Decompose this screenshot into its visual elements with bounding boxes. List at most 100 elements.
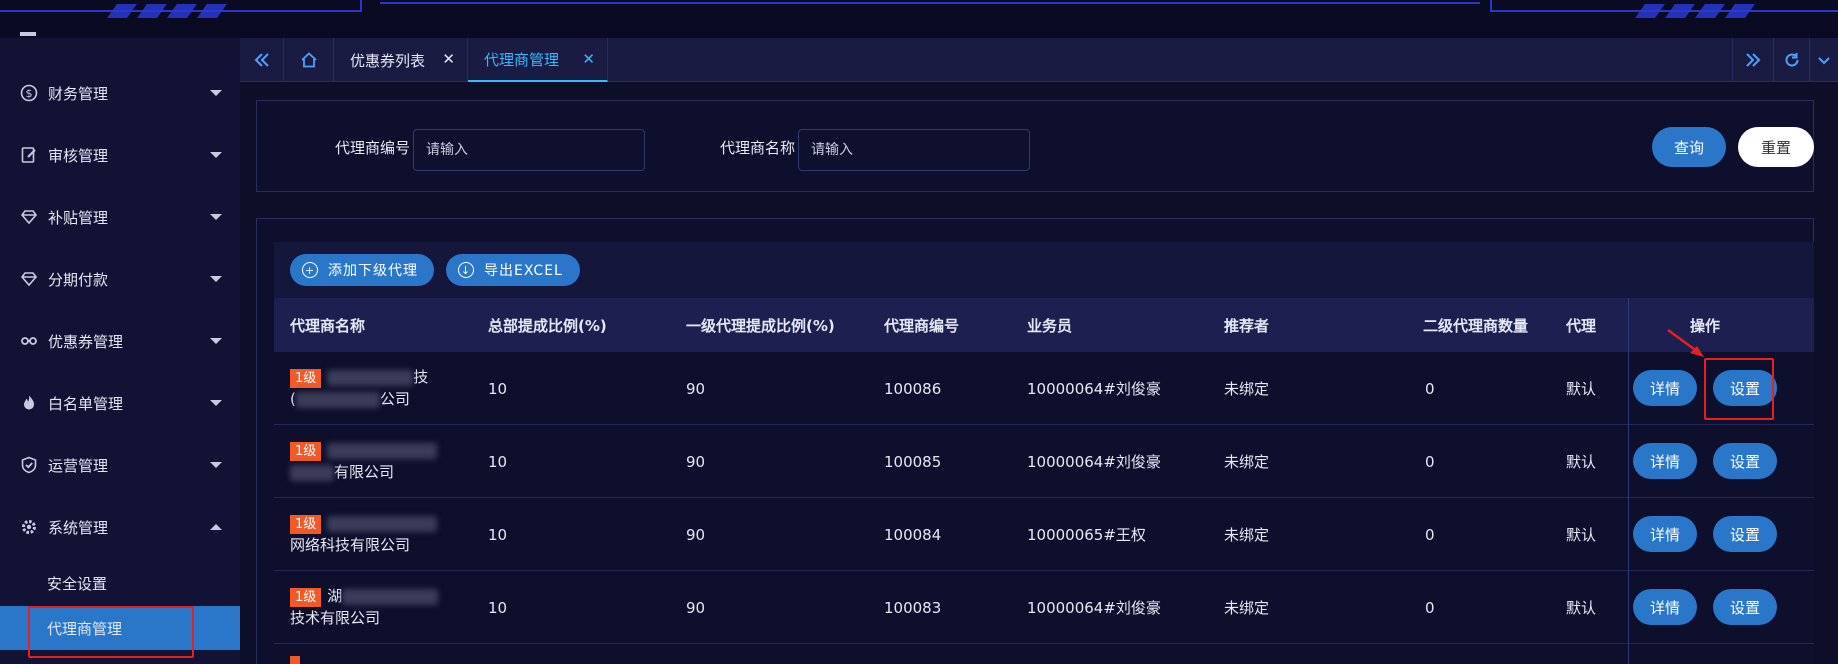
settings-button[interactable]: 设置: [1713, 443, 1777, 479]
frame-line: [360, 0, 362, 12]
sidebar-item-subsidy[interactable]: 补贴管理: [0, 186, 240, 248]
sidebar-item-whitelist[interactable]: 白名单管理: [0, 372, 240, 434]
frame-line: [1492, 10, 1838, 12]
hq-ratio-cell: 10: [488, 598, 508, 617]
sidebar-item-finance[interactable]: $ 财务管理: [0, 62, 240, 124]
agent-table: + 添加下级代理 ↓ 导出EXCEL 代理商名称 总部提成比例(%) 一级代理提…: [274, 242, 1814, 664]
referrer-cell: 未绑定: [1224, 526, 1270, 544]
sub-count-cell: 0: [1425, 525, 1435, 544]
referrer-cell: 未绑定: [1224, 453, 1270, 471]
detail-button[interactable]: 详情: [1633, 370, 1697, 406]
reset-button[interactable]: 重置: [1738, 127, 1814, 167]
scroll-right-button[interactable]: [1732, 38, 1774, 82]
tab-label: 优惠券列表: [350, 51, 426, 70]
annotation-highlight-box: [1704, 358, 1774, 420]
agent-name-line: 湖: [327, 587, 343, 605]
agent-type-cell: 默认: [1566, 526, 1597, 544]
sub-count-cell: 0: [1425, 598, 1435, 617]
diamond-icon: [20, 208, 38, 226]
column-header: 推荐者: [1224, 316, 1270, 335]
sidebar-item-installment[interactable]: 分期付款: [0, 248, 240, 310]
query-button[interactable]: 查询: [1652, 127, 1726, 167]
tab-bar: 优惠券列表 ✕ 代理商管理 ✕: [240, 38, 1838, 82]
table-row: 1级 网络科技有限公司 10 90 100084 10000065#王权 未绑定…: [274, 498, 1814, 571]
level-badge: 1级: [290, 588, 322, 607]
agent-name-line: 技: [413, 368, 429, 386]
tab-label: 代理商管理: [484, 50, 560, 69]
sidebar-item-audit[interactable]: 审核管理: [0, 124, 240, 186]
settings-button[interactable]: 设置: [1713, 516, 1777, 552]
level-badge: 1级: [290, 442, 322, 461]
salesman-cell: 10000064#刘俊豪: [1027, 453, 1161, 471]
frame-line: [380, 2, 1480, 4]
diamond-icon: [20, 270, 38, 288]
double-chevron-left-icon: [254, 53, 269, 67]
detail-button[interactable]: 详情: [1633, 443, 1697, 479]
agent-name-label: 代理商名称: [720, 139, 796, 157]
sidebar-subitem-label: 安全设置: [47, 574, 108, 593]
table-row: 1级 有限公司 10 90 100085 10000064#刘俊豪 未绑定 0 …: [274, 425, 1814, 498]
more-tabs-button[interactable]: [1810, 38, 1838, 82]
redacted-text: [327, 442, 438, 459]
sidebar-item-label: 系统管理: [48, 518, 109, 537]
column-header: 代理商编号: [884, 316, 960, 335]
agent-name-input[interactable]: [798, 129, 1030, 171]
table-header: 代理商名称 总部提成比例(%) 一级代理提成比例(%) 代理商编号 业务员 推荐…: [274, 298, 1814, 352]
agent-name-cell: 1级湖 技术有限公司: [290, 585, 460, 629]
home-button[interactable]: [284, 38, 334, 82]
sidebar: $ 财务管理 审核管理 补贴管理 分期付款 优惠券管理 白名单管理 运营管理 系…: [0, 32, 240, 664]
tab-agent-management[interactable]: 代理商管理 ✕: [468, 38, 608, 82]
hq-ratio-cell: 10: [488, 452, 508, 471]
agent-name-cell: 1级 有限公司: [290, 439, 460, 483]
salesman-cell: 10000064#刘俊豪: [1027, 380, 1161, 398]
redacted-text: [290, 464, 334, 481]
partial-menu-icon: [20, 32, 36, 36]
top-frame: [0, 0, 1838, 38]
shield-icon: [20, 456, 38, 474]
column-header: 总部提成比例(%): [488, 316, 607, 335]
chevron-up-icon: [210, 524, 222, 530]
detail-button[interactable]: 详情: [1633, 589, 1697, 625]
sidebar-item-system[interactable]: 系统管理: [0, 496, 240, 558]
sidebar-item-label: 分期付款: [48, 270, 109, 289]
agent-code-cell: 100084: [884, 525, 942, 544]
agent-code-cell: 100083: [884, 598, 942, 617]
settings-button[interactable]: 设置: [1713, 589, 1777, 625]
sidebar-subitem-security[interactable]: 安全设置: [0, 561, 240, 605]
search-panel: 代理商编号 代理商名称 查询 重置: [256, 100, 1814, 192]
annotation-highlight-box: [28, 606, 194, 658]
coupon-icon: [20, 332, 38, 350]
chevron-down-icon: [1818, 57, 1830, 65]
chevron-down-icon: [210, 90, 222, 96]
tab-coupon-list[interactable]: 优惠券列表 ✕: [334, 38, 468, 82]
fire-icon: [20, 394, 38, 412]
export-excel-button[interactable]: ↓ 导出EXCEL: [446, 254, 580, 286]
main-content: 代理商编号 代理商名称 查询 重置 + 添加下级代理 ↓ 导出EXCEL 代理商…: [240, 82, 1838, 664]
redacted-text: [295, 391, 380, 408]
sidebar-item-coupons[interactable]: 优惠券管理: [0, 310, 240, 372]
add-sub-agent-button[interactable]: + 添加下级代理: [290, 254, 434, 286]
sidebar-item-label: 审核管理: [48, 146, 109, 165]
agent-type-cell: 默认: [1566, 599, 1597, 617]
collapse-left-button[interactable]: [240, 38, 284, 82]
l1-ratio-cell: 90: [686, 525, 706, 544]
svg-text:$: $: [26, 87, 33, 100]
fixed-column-divider: [1628, 298, 1629, 664]
referrer-cell: 未绑定: [1224, 380, 1270, 398]
l1-ratio-cell: 90: [686, 379, 706, 398]
close-icon[interactable]: ✕: [582, 50, 595, 68]
agent-type-cell: 默认: [1566, 453, 1597, 471]
sidebar-item-operations[interactable]: 运营管理: [0, 434, 240, 496]
redacted-text: [327, 515, 438, 532]
refresh-button[interactable]: [1774, 38, 1810, 82]
sidebar-item-label: 财务管理: [48, 84, 109, 103]
level-badge: 1级: [290, 515, 322, 534]
l1-ratio-cell: 90: [686, 452, 706, 471]
hq-ratio-cell: 10: [488, 525, 508, 544]
agent-code-cell: 100085: [884, 452, 942, 471]
detail-button[interactable]: 详情: [1633, 516, 1697, 552]
agent-name-line: 技术有限公司: [290, 609, 381, 627]
close-icon[interactable]: ✕: [442, 50, 455, 68]
agent-code-input[interactable]: [413, 129, 645, 171]
hq-ratio-cell: 10: [488, 379, 508, 398]
